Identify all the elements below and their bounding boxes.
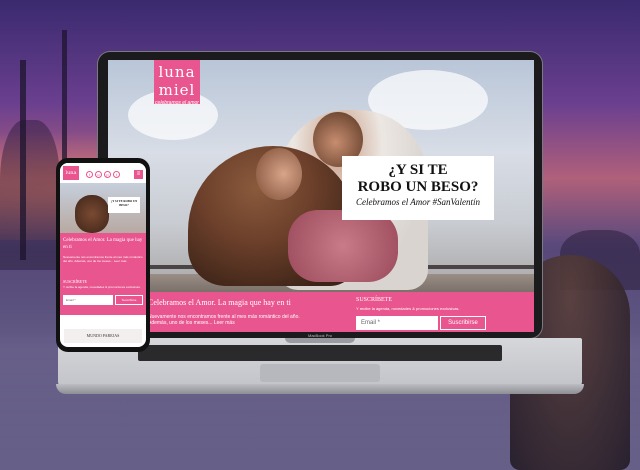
keyboard (138, 345, 502, 361)
phone-header: luna miel f o p t ≡ (60, 163, 146, 190)
phone-email-field[interactable]: Email * (63, 295, 113, 305)
menu-icon[interactable]: ≡ (134, 170, 143, 179)
hero-headline-line2: ROBO UN BESO? (357, 179, 479, 195)
woman-head (256, 148, 302, 200)
email-field[interactable]: Email * (356, 316, 438, 330)
intro-title: Celebramos el Amor. La magia que hay en … (148, 298, 291, 307)
subscribe-button[interactable]: Suscribirse (440, 316, 486, 330)
woman-dress (288, 210, 398, 282)
phone-hero-couple (75, 195, 109, 233)
hero-callout: ¿Y SI TE ROBO UN BESO? Celebramos el Amo… (342, 156, 494, 220)
logo-tagline: celebramos el amor (155, 100, 199, 106)
phone-logo[interactable]: luna miel (63, 166, 79, 190)
phone-hero-image: ¿Y SI TE ROBO UN BESO? (60, 183, 146, 233)
phone-section-label[interactable]: MUNDO PAREJAS (64, 329, 142, 343)
trackpad (260, 364, 380, 382)
phone-intro-band: Celebramos el Amor. La magia que hay en … (60, 233, 146, 315)
laptop-brand-label: MacBook Pro (307, 333, 332, 338)
tree-silhouette (0, 120, 60, 270)
intro-text: Nuevamente nos encontramos frente al mes… (148, 314, 300, 326)
phone-hero-callout: ¿Y SI TE ROBO UN BESO? (108, 197, 140, 213)
instagram-icon[interactable]: o (95, 171, 102, 178)
newsletter-title: SUSCRÍBETE (356, 297, 393, 303)
phone-screen: luna miel f o p t ≡ ¿Y SI TE ROBO UN BES… (60, 163, 146, 347)
phone-intro-title: Celebramos el Amor. La magia que hay en … (63, 238, 143, 250)
phone-newsletter-text: Y recibe la agenda, novedades & promocio… (63, 285, 141, 289)
site-logo[interactable]: luna miel celebramos el amor (154, 60, 200, 106)
phone-newsletter-title: SUSCRÍBETE (63, 279, 88, 284)
newsletter-text: Y recibe la agenda, novedades & promocio… (356, 306, 460, 311)
intro-newsletter-band: Celebramos el Amor. La magia que hay en … (108, 292, 534, 332)
hero-headline-line1: ¿Y SI TE (388, 162, 448, 178)
laptop-hinge-notch (285, 338, 355, 343)
twitter-icon[interactable]: t (113, 171, 120, 178)
phone-intro-text: Nuevamente nos encontramos frente al mes… (63, 255, 143, 263)
laptop-base-edge (56, 384, 584, 394)
pinterest-icon[interactable]: p (104, 171, 111, 178)
facebook-icon[interactable]: f (86, 171, 93, 178)
laptop-screen: luna miel celebramos el amor ¿Y SI TE RO… (108, 60, 534, 332)
logo-name: luna miel (158, 63, 196, 99)
phone-subscribe-button[interactable]: Suscribirse (115, 295, 143, 305)
hero-subline: Celebramos el Amor #SanValentín (355, 197, 481, 207)
